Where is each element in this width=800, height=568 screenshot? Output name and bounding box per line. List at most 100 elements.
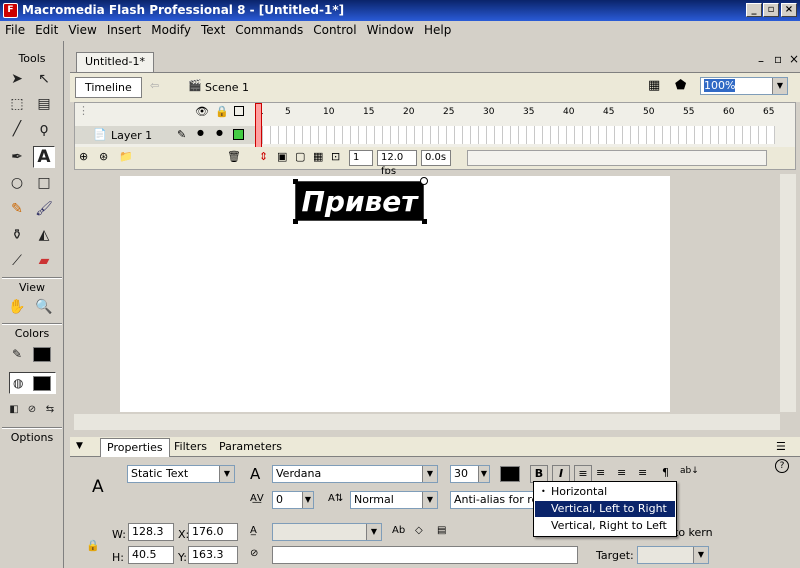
justify-icon[interactable]: ≡	[638, 466, 647, 479]
menu-item-vertical-rtl[interactable]: Vertical, Right to Left	[535, 518, 675, 534]
lasso-tool-icon[interactable]: ϙ	[33, 118, 55, 140]
resize-handle-circle[interactable]	[420, 177, 428, 185]
lock-icon[interactable]: 🔒	[86, 539, 100, 552]
baseline-select[interactable]: Normal ▼	[350, 491, 438, 509]
document-tab[interactable]: Untitled-1*	[76, 52, 154, 72]
oval-tool-icon[interactable]: ○	[6, 172, 28, 194]
zoom-select[interactable]: 100% ▼	[700, 77, 788, 95]
lock-icon[interactable]: 🔒	[215, 105, 229, 118]
pencil-tool-icon[interactable]: ✎	[6, 198, 28, 220]
menu-window[interactable]: Window	[362, 21, 419, 40]
chevron-down-icon[interactable]: ▼	[772, 78, 787, 94]
menu-control[interactable]: Control	[308, 21, 361, 40]
stage-vscrollbar[interactable]	[780, 174, 796, 412]
insert-layer-folder-icon[interactable]: 📁	[119, 150, 133, 163]
minimize-button[interactable]: _	[746, 3, 762, 17]
menu-text[interactable]: Text	[196, 21, 230, 40]
layer-row[interactable]: 📄 Layer 1 ✎ ● ●	[75, 126, 255, 144]
y-field[interactable]: 163.3	[188, 546, 238, 564]
tab-filters[interactable]: Filters	[174, 440, 207, 453]
swap-colors-icon[interactable]: ⇆	[42, 399, 58, 421]
code-icon[interactable]: ◇	[415, 525, 423, 536]
font-select[interactable]: Verdana ▼	[272, 465, 438, 483]
doc-minimize-icon[interactable]: –	[758, 54, 764, 68]
handle-bottom-right[interactable]	[422, 219, 427, 224]
center-frame-icon[interactable]: ⇕	[259, 150, 268, 163]
menu-edit[interactable]: Edit	[30, 21, 63, 40]
height-field[interactable]: 40.5	[128, 546, 174, 564]
font-size-field[interactable]: 30 ▼	[450, 465, 490, 483]
outline-icon[interactable]	[234, 106, 244, 116]
paint-bucket-tool-icon[interactable]: ◭	[33, 224, 55, 246]
stage-text[interactable]: Привет	[295, 181, 424, 221]
doc-restore-icon[interactable]: ▫	[774, 52, 782, 66]
frame-rate-field[interactable]: 12.0 fps	[377, 150, 417, 177]
chevron-down-icon[interactable]: ▼	[693, 547, 708, 563]
menu-file[interactable]: File	[0, 21, 30, 40]
help-icon[interactable]: ?	[775, 459, 789, 473]
stroke-color-swatch[interactable]	[33, 347, 51, 362]
stage-hscrollbar[interactable]	[74, 414, 780, 430]
collapse-arrow-icon[interactable]: ▼	[76, 441, 83, 451]
line-tool-icon[interactable]: ╱	[6, 118, 28, 140]
hand-tool-icon[interactable]: ✋	[6, 296, 28, 318]
zoom-tool-icon[interactable]: 🔍	[33, 296, 55, 318]
black-white-icon[interactable]: ◧	[6, 399, 22, 421]
timeline-hscrollbar[interactable]	[467, 150, 767, 166]
menu-modify[interactable]: Modify	[146, 21, 196, 40]
text-color-swatch[interactable]	[500, 466, 520, 482]
chevron-down-icon[interactable]: ▼	[302, 492, 313, 508]
text-orientation-icon[interactable]: ab↓	[680, 466, 699, 476]
panel-options-icon[interactable]: ☰	[776, 440, 786, 453]
onion-outline-icon[interactable]: ▢	[295, 150, 305, 163]
menu-insert[interactable]: Insert	[102, 21, 146, 40]
chevron-down-icon[interactable]: ▼	[478, 466, 489, 482]
restore-button[interactable]: ▫	[763, 3, 779, 17]
text-tool-icon[interactable]: A	[33, 146, 55, 168]
ink-bottle-tool-icon[interactable]: ⚱	[6, 224, 28, 246]
target-select[interactable]: ▼	[637, 546, 709, 564]
tab-properties[interactable]: Properties	[100, 438, 170, 457]
edit-symbols-icon[interactable]: ⬟	[675, 78, 686, 93]
gradient-transform-tool-icon[interactable]: ▤	[33, 93, 55, 115]
handle-bottom-left[interactable]	[293, 219, 298, 224]
chevron-down-icon[interactable]: ▼	[422, 492, 437, 508]
width-field[interactable]: 128.3	[128, 523, 174, 541]
menu-item-horizontal[interactable]: • Horizontal	[535, 484, 675, 500]
eraser-tool-icon[interactable]: ▰	[33, 250, 55, 272]
pen-tool-icon[interactable]: ✒	[6, 146, 28, 168]
selectable-icon[interactable]: Ab	[392, 525, 405, 536]
menu-item-vertical-ltr[interactable]: Vertical, Left to Right	[535, 501, 675, 517]
subselection-tool-icon[interactable]: ↖	[33, 68, 55, 90]
close-button[interactable]: ×	[781, 3, 797, 17]
selection-tool-icon[interactable]: ➤	[6, 68, 28, 90]
menu-help[interactable]: Help	[419, 21, 456, 40]
brush-tool-icon[interactable]: 🖌	[33, 198, 55, 220]
doc-close-icon[interactable]: ×	[789, 52, 799, 66]
fill-color-swatch[interactable]	[33, 376, 51, 391]
chevron-down-icon[interactable]: ▼	[219, 466, 234, 482]
onion-skin-icon[interactable]: ▣	[277, 150, 287, 163]
edit-scene-icon[interactable]: ▦	[648, 78, 660, 93]
add-motion-guide-icon[interactable]: ⊛	[99, 150, 108, 163]
delete-layer-icon[interactable]: 🗑	[227, 150, 241, 163]
modify-markers-icon[interactable]: ⊡	[331, 150, 340, 163]
eyedropper-tool-icon[interactable]: ⟋	[6, 250, 28, 272]
back-arrow-icon[interactable]: ⇦	[150, 79, 159, 92]
rectangle-tool-icon[interactable]: □	[33, 172, 55, 194]
panel-grip-icon[interactable]: ⋮	[78, 104, 89, 117]
letter-spacing-field[interactable]: 0 ▼	[272, 491, 314, 509]
frames-row[interactable]	[255, 126, 775, 144]
paragraph-icon[interactable]: ¶	[662, 466, 669, 479]
tab-parameters[interactable]: Parameters	[219, 440, 282, 453]
url-link-field[interactable]	[272, 546, 578, 564]
menu-view[interactable]: View	[63, 21, 101, 40]
lock-dot-icon[interactable]: ●	[216, 128, 223, 137]
free-transform-tool-icon[interactable]: ⬚	[6, 93, 28, 115]
handle-top-left[interactable]	[293, 179, 298, 184]
chevron-down-icon[interactable]: ▼	[422, 466, 437, 482]
x-field[interactable]: 176.0	[188, 523, 238, 541]
align-center-icon[interactable]: ≡	[596, 466, 605, 479]
align-right-icon[interactable]: ≡	[617, 466, 626, 479]
eye-icon[interactable]: 👁	[195, 105, 209, 118]
